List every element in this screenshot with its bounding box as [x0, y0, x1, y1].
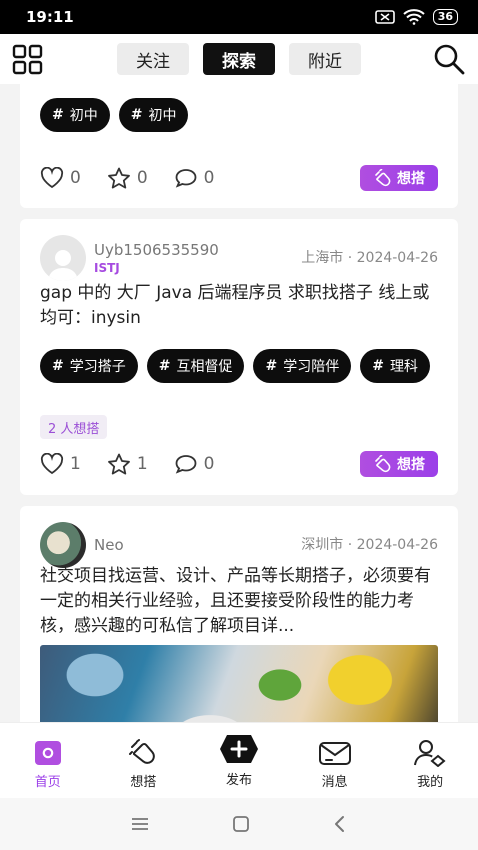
star-icon: [107, 453, 130, 475]
nav-publish[interactable]: 发布: [191, 723, 287, 798]
avatar[interactable]: [40, 522, 86, 568]
bottom-nav: 首页 想搭 发布 消息 我的: [0, 722, 478, 798]
status-bar: 19:11 36: [0, 0, 478, 34]
post-location: 深圳市: [301, 537, 344, 553]
comment-button[interactable]: 0: [174, 167, 215, 189]
feed-tabs: 关注 探索 附近: [117, 43, 361, 75]
sim-off-icon: [374, 10, 395, 24]
mbti-badge: ISTJ: [94, 261, 120, 275]
status-time: 19:11: [26, 8, 74, 26]
post-card[interactable]: Neo 深圳市 · 2024-04-26 社交项目找运营、设计、产品等长期搭子，…: [20, 506, 458, 722]
home-square-icon[interactable]: [231, 814, 251, 834]
post-date: 2024-04-26: [356, 250, 438, 266]
tag-chip[interactable]: # 互相督促: [146, 349, 245, 383]
heart-icon: [40, 453, 64, 475]
tab-explore[interactable]: 探索: [203, 43, 275, 75]
comment-icon: [175, 169, 197, 188]
star-count: 0: [136, 168, 148, 188]
post-author[interactable]: Neo: [40, 522, 124, 568]
default-avatar-icon: [48, 250, 78, 281]
tab-nearby[interactable]: 附近: [289, 43, 361, 75]
feed-list[interactable]: # 初中 # 初中 0 0 0 想搭 Uyb1506535590 ISTJ 上海…: [0, 84, 478, 722]
post-text[interactable]: gap 中的 大厂 Java 后端程序员 求职找搭子 线上或均可：inysin: [40, 281, 438, 331]
like-button[interactable]: 1: [40, 453, 81, 475]
like-button[interactable]: 0: [40, 167, 81, 189]
tag-chip[interactable]: # 学习陪伴: [253, 349, 352, 383]
tab-follow[interactable]: 关注: [117, 43, 189, 75]
nav-profile[interactable]: 我的: [382, 723, 478, 798]
tag-chip[interactable]: # 学习搭子: [40, 349, 138, 383]
avatar[interactable]: [40, 235, 86, 281]
clap-icon: [129, 739, 156, 764]
plus-icon: [219, 735, 258, 763]
want-count-badge: 2 人想搭: [40, 415, 108, 439]
clap-icon: [375, 455, 391, 473]
username[interactable]: Neo: [94, 536, 124, 554]
post-actions: 0 0 0 想搭: [40, 164, 438, 192]
post-text[interactable]: 社交项目找运营、设计、产品等长期搭子，必须要有一定的相关行业经验，且还要接受阶段…: [40, 564, 438, 639]
nav-home[interactable]: 首页: [0, 723, 96, 798]
username[interactable]: Uyb1506535590: [94, 241, 219, 259]
profile-icon: [414, 740, 446, 767]
nav-want[interactable]: 想搭: [96, 723, 192, 798]
tag-chip[interactable]: # 理科: [360, 349, 430, 383]
search-icon[interactable]: [432, 42, 466, 76]
top-bar: 关注 探索 附近: [0, 34, 478, 84]
system-nav-bar: [0, 798, 478, 850]
star-icon: [107, 167, 130, 189]
menu-icon[interactable]: [130, 816, 150, 832]
star-count: 1: [136, 454, 148, 474]
post-date: 2024-04-26: [356, 537, 438, 553]
tag-list: # 初中 # 初中: [40, 98, 438, 132]
nav-messages[interactable]: 消息: [287, 723, 383, 798]
star-button[interactable]: 0: [107, 167, 148, 189]
post-image[interactable]: [40, 645, 438, 722]
comment-button[interactable]: 0: [174, 453, 215, 475]
grid-menu-icon[interactable]: [12, 44, 44, 76]
like-count: 0: [70, 168, 81, 188]
like-count: 1: [70, 454, 81, 474]
heart-icon: [40, 167, 64, 189]
tag-chip[interactable]: # 初中: [118, 98, 189, 132]
battery-icon: 36: [432, 9, 458, 25]
post-location: 上海市: [301, 250, 344, 266]
post-meta: 上海市 · 2024-04-26: [301, 250, 438, 266]
comment-count: 0: [203, 168, 215, 188]
post-meta: 深圳市 · 2024-04-26: [301, 537, 438, 553]
home-icon: [34, 741, 61, 765]
post-author[interactable]: Uyb1506535590 ISTJ: [40, 235, 219, 281]
want-button[interactable]: 想搭: [360, 451, 438, 477]
post-card[interactable]: Uyb1506535590 ISTJ 上海市 · 2024-04-26 gap …: [20, 219, 458, 495]
comment-icon: [175, 455, 197, 474]
back-icon[interactable]: [332, 814, 348, 834]
post-actions: 1 1 0 想搭: [40, 450, 438, 478]
star-button[interactable]: 1: [107, 453, 148, 475]
tag-chip[interactable]: # 初中: [40, 98, 110, 132]
comment-count: 0: [203, 454, 215, 474]
status-icons: 36: [374, 9, 458, 25]
clap-icon: [375, 169, 391, 187]
post-card[interactable]: # 初中 # 初中 0 0 0 想搭: [20, 84, 458, 208]
wifi-icon: [403, 9, 425, 25]
want-button[interactable]: 想搭: [360, 165, 438, 191]
mail-icon: [318, 742, 351, 765]
tag-list: # 学习搭子 # 互相督促 # 学习陪伴 # 理科: [40, 349, 438, 383]
